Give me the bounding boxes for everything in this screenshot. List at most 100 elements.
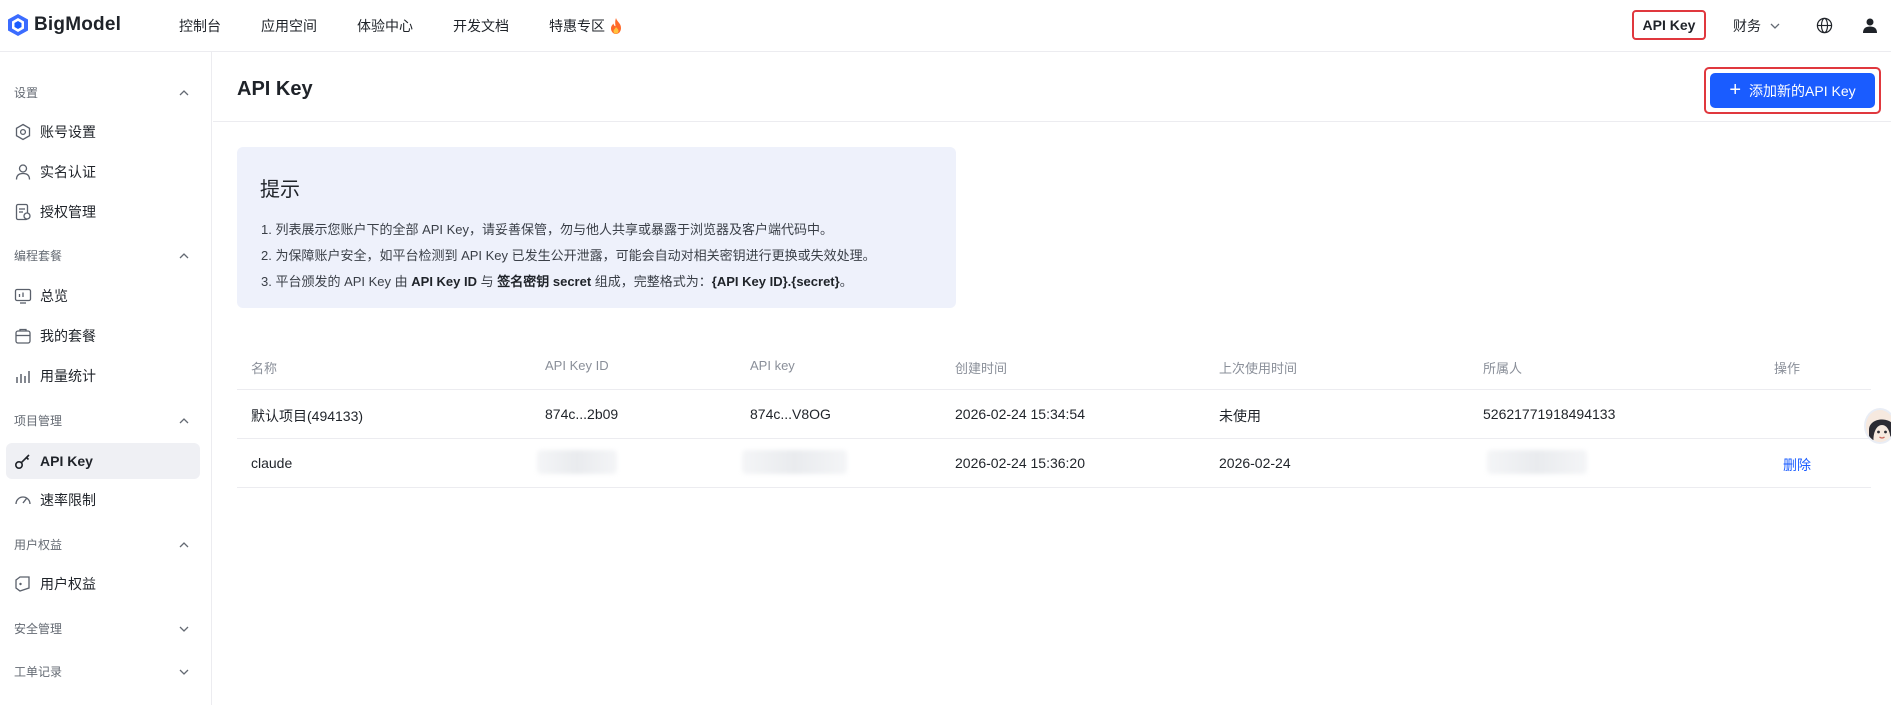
chevron-down-icon <box>179 669 189 675</box>
sidebar-item-usage-stats[interactable]: 用量统计 <box>6 358 200 394</box>
chevron-up-icon <box>179 252 189 258</box>
cell-last-used: 未使用 <box>1219 408 1261 424</box>
add-api-key-label: 添加新的API Key <box>1749 82 1856 99</box>
sidebar-group-label: 编程套餐 <box>14 249 63 263</box>
plus-icon: + <box>1729 78 1742 101</box>
person-icon <box>15 164 31 180</box>
sidebar-item-label: API Key <box>40 453 93 469</box>
page-title: API Key <box>237 78 313 100</box>
chevron-up-icon <box>179 541 189 547</box>
sidebar-item-account-settings[interactable]: 账号设置 <box>6 114 200 150</box>
cell-api-key: 874c...V8OG <box>750 406 831 422</box>
package-icon <box>15 328 31 344</box>
globe-icon[interactable] <box>1816 17 1833 34</box>
tip-line-3: 3. 平台颁发的 API Key 由 API Key ID 与 签名密钥 sec… <box>261 271 853 290</box>
table-row: claude 2026-02-24 15:36:20 2026-02-24 删除 <box>237 439 1871 488</box>
tip-line-3-text: 与 <box>477 274 498 289</box>
sidebar-item-overview[interactable]: 总览 <box>6 278 200 314</box>
sidebar-group-label: 安全管理 <box>14 622 63 636</box>
nav-special-offers-label: 特惠专区 <box>549 18 605 34</box>
sidebar-item-label: 用量统计 <box>40 368 96 384</box>
top-navigation-bar: BigModel 控制台 应用空间 体验中心 开发文档 特惠专区 API Key… <box>0 0 1891 52</box>
redacted-key-id <box>537 450 617 474</box>
tip-line-3-bold-1: API Key ID <box>411 274 478 289</box>
sidebar-group-user-benefits[interactable]: 用户权益 <box>14 536 190 553</box>
sidebar-item-label: 账号设置 <box>40 124 96 140</box>
cell-created: 2026-02-24 15:36:20 <box>955 455 1085 471</box>
chevron-up-icon <box>179 89 189 95</box>
redacted-api-key <box>742 450 847 474</box>
table-row: 默认项目(494133) 874c...2b09 874c...V8OG 202… <box>237 390 1871 439</box>
sidebar-group-coding-plan[interactable]: 编程套餐 <box>14 247 190 264</box>
sidebar-item-label: 我的套餐 <box>40 328 96 344</box>
sidebar-group-project-management[interactable]: 项目管理 <box>14 412 190 429</box>
settings-icon <box>15 123 31 141</box>
tag-icon <box>15 576 30 592</box>
finance-menu[interactable]: 财务 <box>1733 16 1781 36</box>
sidebar-group-label: 用户权益 <box>14 538 63 552</box>
assistant-avatar[interactable] <box>1864 408 1891 444</box>
top-apikey-link[interactable]: API Key <box>1632 10 1706 40</box>
add-api-key-button[interactable]: + 添加新的API Key <box>1710 73 1875 108</box>
delete-link[interactable]: 删除 <box>1783 455 1811 475</box>
page-header: API Key + 添加新的API Key <box>213 52 1891 122</box>
column-header-actions: 操作 <box>1774 361 1801 376</box>
sidebar-group-security[interactable]: 安全管理 <box>14 620 190 637</box>
sidebar-group-label: 设置 <box>14 86 39 100</box>
speedometer-icon <box>15 496 31 505</box>
nav-console[interactable]: 控制台 <box>179 16 221 36</box>
table-header: 名称 API Key ID API key 创建时间 上次使用时间 所属人 操作 <box>237 342 1871 390</box>
sidebar-item-rate-limit[interactable]: 速率限制 <box>6 482 200 518</box>
cell-name: 默认项目(494133) <box>251 408 364 424</box>
sidebar-group-settings[interactable]: 设置 <box>14 84 190 101</box>
redacted-owner <box>1487 450 1587 474</box>
fire-icon <box>611 18 621 34</box>
cell-owner: 52621771918494133 <box>1483 406 1616 422</box>
tip-line-3-bold-2: 签名密钥 secret <box>497 274 592 289</box>
nav-special-offers[interactable]: 特惠专区 <box>549 16 623 36</box>
nav-app-space[interactable]: 应用空间 <box>261 16 317 36</box>
sidebar-group-label: 工单记录 <box>14 665 63 679</box>
chevron-down-icon <box>1770 23 1780 29</box>
sidebar-item-user-benefits[interactable]: 用户权益 <box>6 566 200 602</box>
sidebar-group-label: 项目管理 <box>14 414 63 428</box>
sidebar-item-authorization[interactable]: 授权管理 <box>6 194 200 230</box>
sidebar-item-label: 总览 <box>40 288 68 304</box>
cell-name: claude <box>251 455 293 471</box>
sidebar-group-tickets[interactable]: 工单记录 <box>14 663 190 680</box>
column-header-owner: 所属人 <box>1483 361 1523 376</box>
key-link-icon <box>14 454 30 470</box>
nav-experience-center[interactable]: 体验中心 <box>357 16 413 36</box>
sidebar-item-label: 授权管理 <box>40 204 96 220</box>
cell-key-id: 874c...2b09 <box>545 406 619 422</box>
nav-dev-docs[interactable]: 开发文档 <box>453 16 509 36</box>
tip-line-2: 2. 为保障账户安全，如平台检测到 API Key 已发生公开泄露，可能会自动对… <box>261 248 876 263</box>
column-header-last-used: 上次使用时间 <box>1219 361 1298 376</box>
main-nav: 控制台 应用空间 体验中心 开发文档 特惠专区 <box>179 0 663 52</box>
sidebar-item-label: 速率限制 <box>40 492 96 508</box>
bar-chart-icon <box>16 371 30 383</box>
bigmodel-logo-icon <box>8 14 28 36</box>
brand-logo[interactable]: BigModel <box>8 14 121 36</box>
sidebar-item-verification[interactable]: 实名认证 <box>6 154 200 190</box>
user-icon[interactable] <box>1862 17 1878 33</box>
brand-name: BigModel <box>34 14 122 35</box>
tip-line-3-text: 3. 平台颁发的 API Key 由 <box>261 274 412 289</box>
sidebar-item-api-key[interactable]: API Key <box>6 443 200 479</box>
main-content: API Key + 添加新的API Key 提示 1. 列表展示您账户下的全部 … <box>213 52 1891 705</box>
tip-line-3-text: 组成，完整格式为： <box>591 274 712 289</box>
column-header-api-key: API key <box>750 358 795 373</box>
document-check-icon <box>15 203 31 221</box>
tip-line-3-text: 。 <box>839 274 853 289</box>
tip-title: 提示 <box>260 179 300 201</box>
tip-line-1: 1. 列表展示您账户下的全部 API Key，请妥善保管，勿与他人共享或暴露于浏… <box>261 222 834 237</box>
tip-line-3-bold-3: {API Key ID}.{secret} <box>711 274 840 289</box>
column-header-key-id: API Key ID <box>545 358 609 373</box>
avatar-face-icon <box>1866 410 1891 442</box>
sidebar-item-my-plan[interactable]: 我的套餐 <box>6 318 200 354</box>
cell-last-used: 2026-02-24 <box>1219 455 1291 471</box>
column-header-created: 创建时间 <box>955 361 1008 376</box>
chevron-down-icon <box>179 626 189 632</box>
tip-panel: 提示 1. 列表展示您账户下的全部 API Key，请妥善保管，勿与他人共享或暴… <box>237 147 956 308</box>
cell-created: 2026-02-24 15:34:54 <box>955 406 1085 422</box>
